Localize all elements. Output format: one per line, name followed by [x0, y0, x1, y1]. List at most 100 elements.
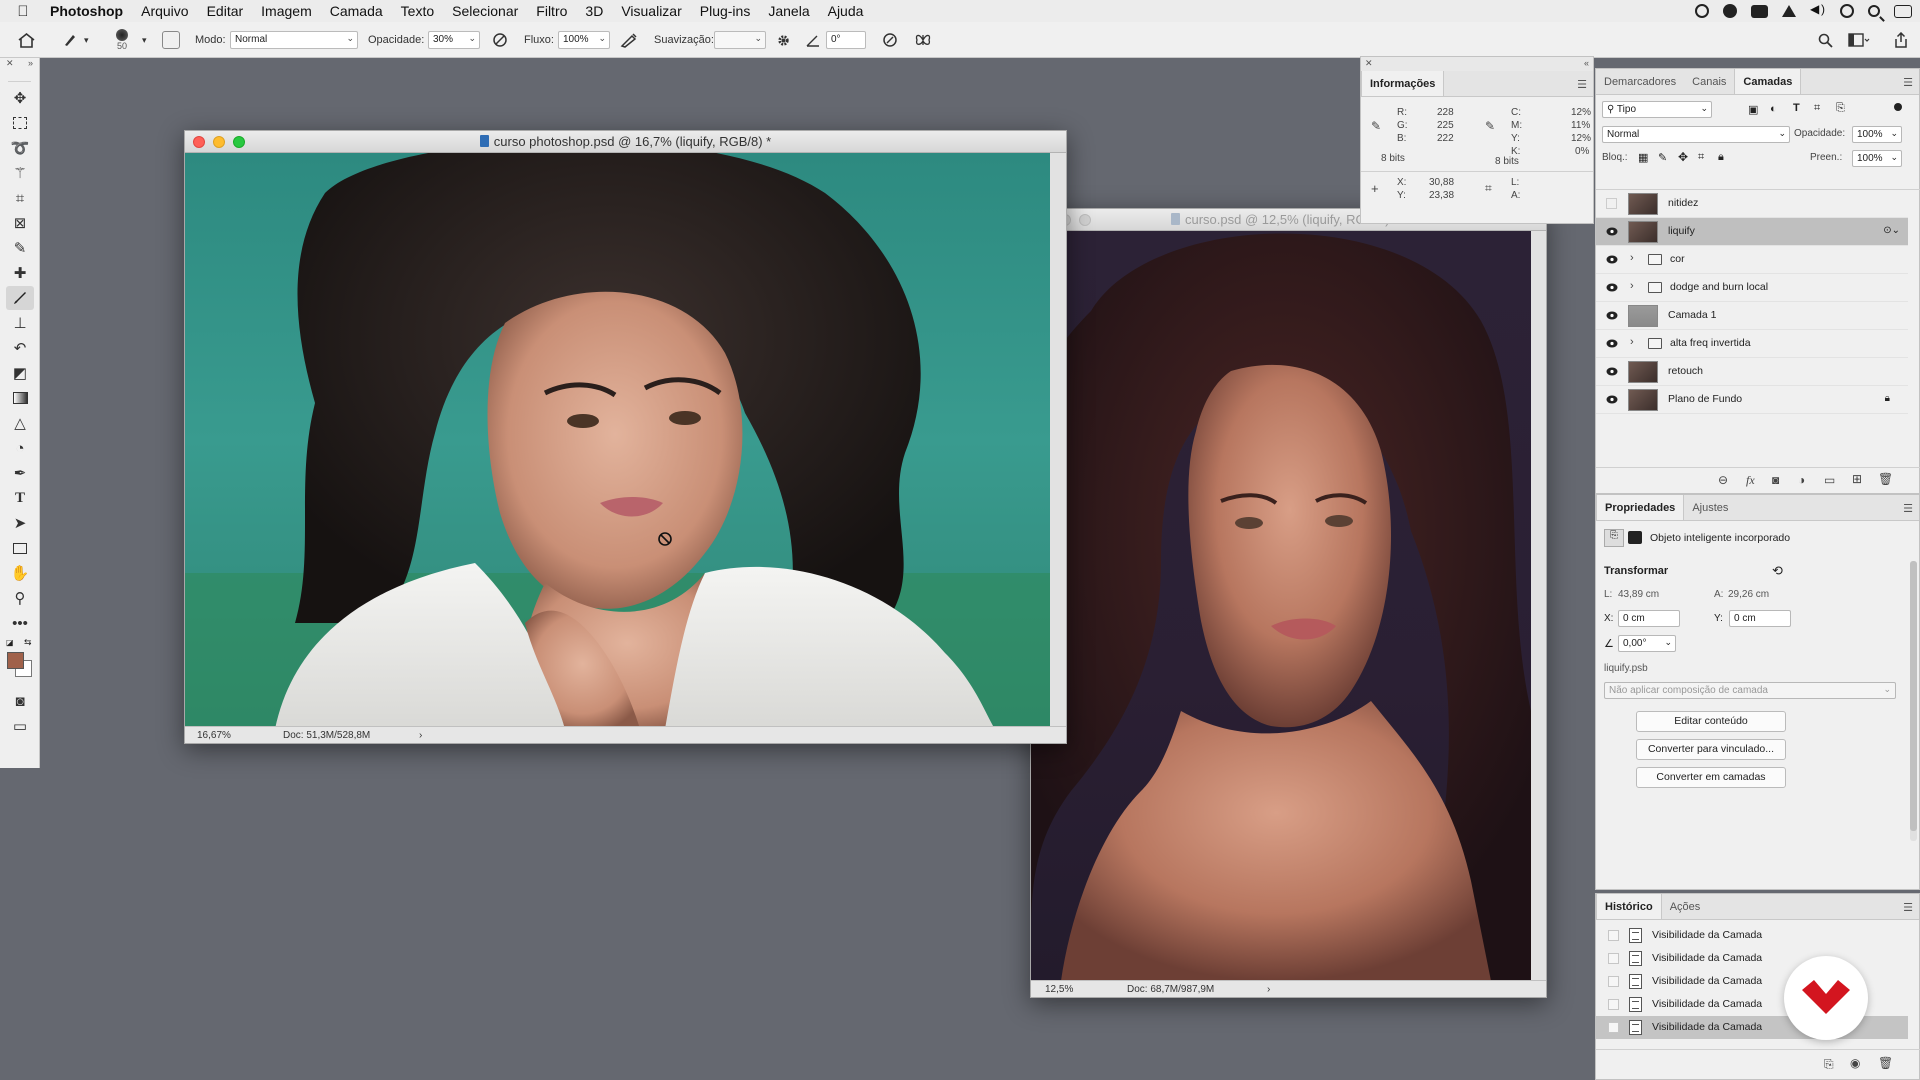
- document-canvas[interactable]: [1031, 231, 1531, 981]
- history-snapshot-checkbox[interactable]: [1608, 976, 1619, 987]
- new-adjustment-layer-icon[interactable]: ◑: [1798, 473, 1805, 487]
- menu-imagem[interactable]: Imagem: [252, 0, 321, 22]
- menu-filtro[interactable]: Filtro: [527, 0, 576, 22]
- crop-tool-icon[interactable]: ⌗: [6, 186, 34, 210]
- layer-opacity-input[interactable]: 100% ⌄: [1852, 126, 1902, 143]
- layer-filter-select[interactable]: ⚲ Tipo ⌄: [1602, 101, 1712, 118]
- layer-row-plano-de-fundo[interactable]: Plano de Fundo 🔒︎: [1596, 386, 1908, 414]
- filter-adjustment-icon[interactable]: ◐: [1770, 103, 1777, 115]
- menu-ajuda[interactable]: Ajuda: [819, 0, 873, 22]
- x-position-input[interactable]: 0 cm: [1618, 610, 1680, 627]
- tab-camadas[interactable]: Camadas: [1734, 69, 1802, 94]
- lock-transparency-icon[interactable]: ▦: [1638, 151, 1648, 164]
- apple-menu-icon[interactable]: : [0, 3, 46, 20]
- fill-input[interactable]: 100% ⌄: [1852, 150, 1902, 167]
- minimize-window-icon[interactable]: [213, 136, 225, 148]
- expand-panel-icon[interactable]: »: [28, 58, 33, 74]
- spotlight-search-icon[interactable]: [1868, 5, 1880, 17]
- history-snapshot-checkbox[interactable]: [1608, 999, 1619, 1010]
- edit-contents-button[interactable]: Editar conteúdo: [1636, 711, 1786, 732]
- y-position-input[interactable]: 0 cm: [1729, 610, 1791, 627]
- lock-all-icon[interactable]: 🔒︎: [1718, 151, 1724, 164]
- menu-texto[interactable]: Texto: [392, 0, 443, 22]
- zoom-tool-icon[interactable]: ⚲: [6, 586, 34, 610]
- move-tool-icon[interactable]: ✥: [6, 86, 34, 110]
- history-snapshot-checkbox[interactable]: [1608, 953, 1619, 964]
- frame-tool-icon[interactable]: ⊠: [6, 211, 34, 235]
- share-icon[interactable]: [1894, 22, 1908, 58]
- screen-mode-icon[interactable]: ▭: [6, 714, 34, 738]
- filter-pixel-icon[interactable]: ▣: [1748, 103, 1758, 116]
- layer-row-alta-freq[interactable]: › alta freq invertida: [1596, 330, 1908, 358]
- foreground-color-swatch[interactable]: [7, 652, 24, 669]
- menu-camada[interactable]: Camada: [321, 0, 392, 22]
- delete-state-icon[interactable]: 🗑︎: [1878, 1056, 1893, 1070]
- hand-tool-icon[interactable]: ✋: [6, 561, 34, 585]
- visibility-off-box[interactable]: [1606, 198, 1617, 209]
- lock-artboard-icon[interactable]: ⌗: [1698, 151, 1704, 164]
- eject-icon[interactable]: [1782, 5, 1796, 17]
- panel-menu-icon[interactable]: ☰: [1903, 502, 1913, 515]
- menu-app[interactable]: Photoshop: [46, 0, 132, 22]
- tab-canais[interactable]: Canais: [1684, 69, 1734, 94]
- rotation-input[interactable]: 0,00° ⌄: [1618, 635, 1676, 652]
- healing-brush-tool-icon[interactable]: ✚: [6, 261, 34, 285]
- new-document-from-state-icon[interactable]: ⎘: [1824, 1057, 1834, 1072]
- eye-icon[interactable]: [1606, 395, 1618, 404]
- clock-icon[interactable]: [1840, 4, 1854, 18]
- layer-comp-select[interactable]: Não aplicar composição de camada ⌄: [1604, 682, 1896, 699]
- flow-input[interactable]: 100% ⌄: [558, 31, 610, 49]
- pen-tool-icon[interactable]: ✒: [6, 461, 34, 485]
- airbrush-icon[interactable]: [620, 22, 638, 58]
- eye-icon[interactable]: [1606, 227, 1618, 236]
- eye-icon[interactable]: [1606, 339, 1618, 348]
- tab-propriedades[interactable]: Propriedades: [1596, 495, 1685, 520]
- reset-transform-icon[interactable]: ⟲: [1772, 563, 1783, 579]
- new-group-icon[interactable]: ▭: [1824, 473, 1835, 487]
- document-canvas[interactable]: [185, 153, 1050, 729]
- pressure-size-icon[interactable]: [882, 22, 898, 58]
- dodge-tool-icon[interactable]: ◔: [6, 436, 34, 460]
- filter-toggle-icon[interactable]: [1894, 103, 1902, 111]
- smoothing-input[interactable]: ⌄: [714, 31, 766, 49]
- angle-input[interactable]: 0°: [826, 31, 866, 49]
- layer-effects-icon[interactable]: fx: [1746, 473, 1755, 488]
- menu-3d[interactable]: 3D: [576, 0, 612, 22]
- chevron-right-icon[interactable]: ›: [1630, 252, 1634, 264]
- smart-filter-options-icon[interactable]: ⊙⌄: [1883, 225, 1900, 236]
- menu-selecionar[interactable]: Selecionar: [443, 0, 527, 22]
- history-snapshot-checkbox[interactable]: [1608, 930, 1619, 941]
- menu-visualizar[interactable]: Visualizar: [612, 0, 690, 22]
- gradient-tool-icon[interactable]: [6, 386, 34, 410]
- quick-mask-icon[interactable]: ◙: [6, 689, 34, 713]
- tab-informacoes[interactable]: Informações: [1361, 71, 1445, 96]
- marquee-tool-icon[interactable]: [6, 111, 34, 135]
- scrollbar-thumb[interactable]: [1910, 561, 1917, 831]
- tab-acoes[interactable]: Ações: [1662, 894, 1709, 919]
- document-titlebar[interactable]: curso photoshop.psd @ 16,7% (liquify, RG…: [185, 131, 1066, 153]
- home-icon[interactable]: [18, 22, 35, 58]
- pressure-opacity-icon[interactable]: [492, 22, 508, 58]
- eye-icon[interactable]: [1606, 255, 1618, 264]
- eraser-tool-icon[interactable]: ◩: [6, 361, 34, 385]
- link-layers-icon[interactable]: ⊖: [1718, 473, 1728, 487]
- delete-layer-icon[interactable]: 🗑︎: [1878, 472, 1893, 486]
- menu-janela[interactable]: Janela: [759, 0, 818, 22]
- tab-demarcadores[interactable]: Demarcadores: [1596, 69, 1684, 94]
- status-menu-chevron-icon[interactable]: ›: [1267, 984, 1270, 995]
- brush-tool-preset-icon[interactable]: ▾: [62, 22, 89, 58]
- close-panel-icon[interactable]: ✕: [1365, 57, 1373, 71]
- search-icon[interactable]: [1818, 22, 1833, 58]
- brush-tool-icon[interactable]: [6, 286, 34, 310]
- brush-size-picker[interactable]: 50: [116, 22, 128, 58]
- brush-picker-chevron-icon[interactable]: ▾: [142, 22, 147, 58]
- lasso-tool-icon[interactable]: ➰: [6, 136, 34, 160]
- blend-mode-select[interactable]: Normal ⌄: [1602, 126, 1790, 143]
- close-window-icon[interactable]: [193, 136, 205, 148]
- zoom-level[interactable]: 16,67%: [197, 730, 231, 741]
- more-tools-icon[interactable]: •••: [6, 611, 34, 635]
- status-menu-chevron-icon[interactable]: ›: [419, 730, 422, 741]
- eye-icon[interactable]: [1606, 311, 1618, 320]
- eye-icon[interactable]: [1606, 283, 1618, 292]
- layer-row-dodge-and-burn[interactable]: › dodge and burn local: [1596, 274, 1908, 302]
